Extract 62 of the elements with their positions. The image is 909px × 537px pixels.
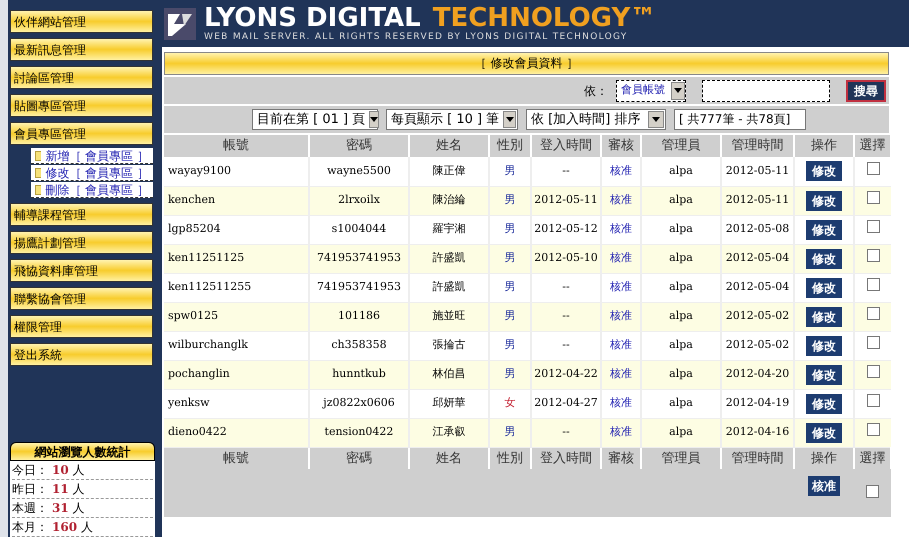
checkbox[interactable] (866, 162, 880, 175)
stat-count: 31 (52, 500, 69, 517)
submenu-item[interactable]: 新增［ 會員專區 ］ (31, 148, 153, 164)
edit-button[interactable]: 修改 (806, 161, 842, 182)
stat-label: 今日： (12, 462, 48, 479)
edit-button[interactable]: 修改 (806, 364, 842, 384)
sort-select[interactable]: 依 [加入時間] 排序 (526, 109, 666, 130)
edit-button[interactable]: 修改 (806, 306, 842, 326)
brand-title: LYONS DIGITAL (204, 4, 421, 30)
stat-count: 160 (52, 519, 78, 536)
search-field[interactable] (702, 80, 830, 102)
edit-button[interactable]: 修改 (806, 394, 842, 414)
checkbox[interactable] (866, 191, 880, 204)
stat-unit: 人 (72, 462, 85, 479)
sidebar-item[interactable]: 權限管理 (10, 315, 153, 338)
sidebar-item[interactable]: 登出系統 (10, 343, 153, 366)
checkbox[interactable] (866, 336, 880, 350)
submenu-item[interactable]: 刪除［ 會員專區 ］ (31, 182, 153, 198)
checkbox[interactable] (866, 423, 880, 436)
edit-button[interactable]: 修改 (806, 278, 842, 298)
checkbox[interactable] (866, 220, 880, 234)
checkbox[interactable] (866, 307, 880, 320)
checkbox[interactable] (866, 394, 880, 408)
edit-button[interactable]: 修改 (806, 248, 842, 268)
checkbox[interactable] (866, 365, 880, 378)
sidebar-item[interactable]: 聯繫協會管理 (10, 287, 153, 310)
approve-button[interactable]: 核准 (808, 476, 840, 496)
sidebar-item[interactable]: 會員專區管理 (10, 122, 153, 145)
sidebar-item[interactable]: 貼圖專區管理 (10, 94, 153, 117)
logo-icon (164, 8, 196, 40)
edit-button[interactable]: 修改 (806, 336, 842, 356)
edit-button[interactable]: 修改 (806, 422, 842, 442)
sidebar-item[interactable]: 揚鷹計劃管理 (10, 231, 153, 254)
page-select[interactable]: 目前在第 [ 01 ] 頁 (252, 109, 378, 130)
per-page-select[interactable]: 每頁顯示 [ 10 ] 筆 (386, 109, 518, 130)
stats-title: 網站瀏覽人數統計 (10, 442, 155, 461)
stat-count: 10 (52, 462, 69, 479)
search-label: 依： (584, 82, 608, 100)
sidebar-item[interactable]: 討論區管理 (10, 66, 153, 89)
total-count: [ 共777筆 - 共78頁] (674, 109, 806, 130)
checkbox[interactable] (866, 278, 880, 292)
panel-title: ［ 修改會員資料 ］ (164, 52, 889, 75)
brand-subtitle: WEB MAIL SERVER. ALL RIGHTS RESERVED BY LYONS DIGITAL TECHNOLOGY (204, 30, 629, 42)
checkbox[interactable] (866, 249, 880, 262)
stat-label: 本月： (12, 519, 48, 536)
stat-count: 11 (52, 481, 69, 498)
sidebar-item[interactable]: 飛協資料庫管理 (10, 259, 153, 282)
brand-title: TECHNOLOGY™ (432, 4, 656, 30)
sidebar-item[interactable]: 最新訊息管理 (10, 38, 153, 61)
edit-button[interactable]: 修改 (806, 190, 842, 210)
sidebar-item[interactable]: 伙伴網站管理 (10, 10, 153, 33)
stat-label: 本週： (12, 500, 48, 517)
submenu-item[interactable]: 修改［ 會員專區 ］ (31, 165, 153, 181)
search-button[interactable]: 搜尋 (846, 80, 886, 102)
checkbox[interactable] (866, 485, 879, 498)
sidebar-item[interactable]: 輔導課程管理 (10, 203, 153, 226)
field-select[interactable]: 會員帳號 (616, 80, 686, 102)
stat-label: 昨日： (12, 481, 48, 498)
stat-unit: 人 (81, 519, 94, 536)
stat-unit: 人 (72, 481, 85, 498)
edit-button[interactable]: 修改 (806, 220, 842, 240)
stat-unit: 人 (72, 500, 85, 517)
